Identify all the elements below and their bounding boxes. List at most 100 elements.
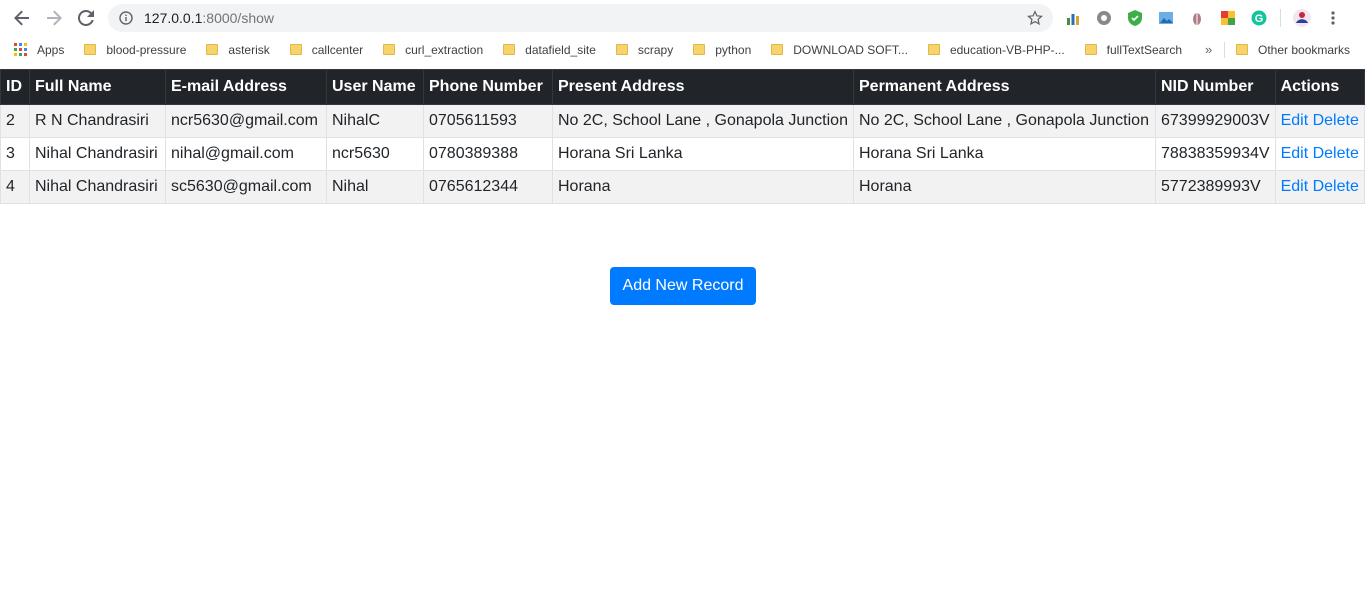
reload-icon — [78, 10, 94, 26]
bookmark-label: DOWNLOAD SOFT... — [793, 42, 908, 57]
folder-icon — [1084, 44, 1097, 55]
cell-present-address: Horana Sri Lanka — [552, 137, 854, 171]
bookmark-scrapy[interactable]: scrapy — [615, 42, 674, 57]
cell-permanent-address: No 2C, School Lane , Gonapola Junction — [853, 104, 1156, 138]
table-row: 2 R N Chandrasiri ncr5630@gmail.com Niha… — [0, 104, 1365, 138]
bookmark-python[interactable]: python — [693, 43, 751, 57]
bookmark-label: datafield_site — [525, 42, 596, 57]
edit-link[interactable]: Edit — [1281, 145, 1309, 162]
cell-present-address: Horana — [552, 170, 854, 204]
delete-link[interactable]: Delete — [1313, 145, 1359, 162]
picture-extension-icon[interactable] — [1156, 8, 1176, 28]
extensions-area: G — [1063, 8, 1343, 28]
bookmark-datafield-site[interactable]: datafield_site — [503, 43, 596, 57]
table-row: 3 Nihal Chandrasiri nihal@gmail.com ncr5… — [0, 137, 1365, 171]
folder-icon — [771, 44, 784, 55]
arrow-left-icon — [14, 10, 29, 26]
bookmark-asterisk[interactable]: asterisk — [206, 42, 270, 57]
bug-extension-icon[interactable] — [1187, 8, 1207, 28]
bookmark-label: curl_extraction — [405, 42, 484, 57]
header-full-name: Full Name — [29, 69, 166, 105]
header-present-address: Present Address — [552, 69, 854, 105]
browser-toolbar: 127.0.0.1:8000/show G — [0, 0, 1365, 36]
url-host: 127.0.0.1 — [144, 10, 203, 26]
svg-text:G: G — [1255, 13, 1264, 25]
bookmark-label: scrapy — [637, 42, 674, 57]
table-header-row: ID Full Name E-mail Address User Name Ph… — [0, 69, 1365, 105]
bookmark-apps[interactable]: Apps — [14, 43, 64, 57]
cell-email: nihal@gmail.com — [165, 137, 327, 171]
cell-user-name: ncr5630 — [326, 137, 424, 171]
bookmark-label: Apps — [37, 42, 65, 57]
cell-user-name: NihalC — [326, 104, 424, 138]
address-bar[interactable]: 127.0.0.1:8000/show — [108, 4, 1053, 32]
header-phone: Phone Number — [423, 69, 553, 105]
add-new-record-button[interactable]: Add New Record — [610, 267, 756, 305]
cell-permanent-address: Horana — [853, 170, 1156, 204]
cell-nid: 5772389993V — [1155, 170, 1276, 204]
header-id: ID — [0, 69, 30, 105]
profile-avatar-icon[interactable] — [1292, 8, 1312, 28]
header-user-name: User Name — [326, 69, 424, 105]
table-row: 4 Nihal Chandrasiri sc5630@gmail.com Nih… — [0, 170, 1365, 204]
folder-icon — [1236, 44, 1248, 55]
apps-grid-icon — [14, 43, 27, 56]
forward-button[interactable] — [38, 4, 70, 32]
other-bookmarks-label: Other bookmarks — [1258, 42, 1351, 57]
header-nid: NID Number — [1155, 69, 1276, 105]
cell-full-name: R N Chandrasiri — [29, 104, 166, 138]
arrow-right-icon — [47, 10, 62, 26]
bookmark-callcenter[interactable]: callcenter — [289, 42, 364, 57]
shield-extension-icon[interactable] — [1125, 8, 1145, 28]
url-path: :8000/show — [202, 10, 274, 26]
cell-user-name: Nihal — [326, 170, 424, 204]
grammarly-extension-icon[interactable]: G — [1249, 8, 1269, 28]
records-table: ID Full Name E-mail Address User Name Ph… — [0, 69, 1365, 204]
edit-link[interactable]: Edit — [1281, 178, 1309, 195]
delete-link[interactable]: Delete — [1313, 112, 1359, 129]
cell-email: ncr5630@gmail.com — [165, 104, 327, 138]
cell-present-address: No 2C, School Lane , Gonapola Junction — [552, 104, 854, 138]
cell-actions: Edit Delete — [1274, 170, 1365, 204]
cell-actions: Edit Delete — [1274, 137, 1365, 171]
folder-icon — [615, 44, 628, 55]
info-icon[interactable] — [118, 10, 134, 26]
bookmark-fulltextsearch[interactable]: fullTextSearch — [1084, 43, 1182, 57]
bookmark-curl-extraction[interactable]: curl_extraction — [383, 43, 483, 57]
bookmark-education[interactable]: education-VB-PHP-... — [927, 42, 1065, 57]
bookmark-star-icon[interactable] — [1027, 10, 1043, 31]
cell-full-name: Nihal Chandrasiri — [29, 170, 166, 204]
cell-actions: Edit Delete — [1274, 104, 1365, 138]
bookmark-blood-pressure[interactable]: blood-pressure — [84, 43, 186, 57]
cell-id: 2 — [0, 104, 30, 138]
cell-nid: 78838359934V — [1155, 137, 1276, 171]
folder-icon — [84, 44, 97, 55]
bookmark-download-soft[interactable]: DOWNLOAD SOFT... — [771, 43, 908, 57]
bookmarks-separator — [1224, 42, 1225, 58]
kebab-menu-icon[interactable] — [1323, 8, 1343, 28]
bookmarks-bar: Apps blood-pressure asterisk callcenter … — [0, 36, 1365, 63]
folder-icon — [206, 44, 219, 55]
cell-phone: 0780389388 — [423, 137, 553, 171]
folder-icon — [289, 44, 302, 55]
gear-extension-icon[interactable] — [1094, 8, 1114, 28]
cell-phone: 0705611593 — [423, 104, 553, 138]
cell-phone: 0765612344 — [423, 170, 553, 204]
edit-link[interactable]: Edit — [1281, 112, 1309, 129]
back-button[interactable] — [6, 4, 38, 32]
delete-link[interactable]: Delete — [1313, 178, 1359, 195]
cell-permanent-address: Horana Sri Lanka — [853, 137, 1156, 171]
more-bookmarks-button[interactable]: » — [1205, 42, 1212, 57]
bookmark-label: asterisk — [228, 42, 270, 57]
cell-id: 3 — [0, 137, 30, 171]
other-bookmarks[interactable]: Other bookmarks — [1236, 36, 1350, 63]
toolbar-separator — [1280, 9, 1281, 27]
bookmark-label: education-VB-PHP-... — [949, 42, 1065, 57]
chart-extension-icon[interactable] — [1063, 8, 1083, 28]
cell-email: sc5630@gmail.com — [165, 170, 327, 204]
bookmark-label: callcenter — [311, 42, 364, 57]
cell-full-name: Nihal Chandrasiri — [29, 137, 166, 171]
cell-id: 4 — [0, 170, 30, 204]
colorblocks-extension-icon[interactable] — [1218, 8, 1238, 28]
reload-button[interactable] — [70, 4, 102, 32]
